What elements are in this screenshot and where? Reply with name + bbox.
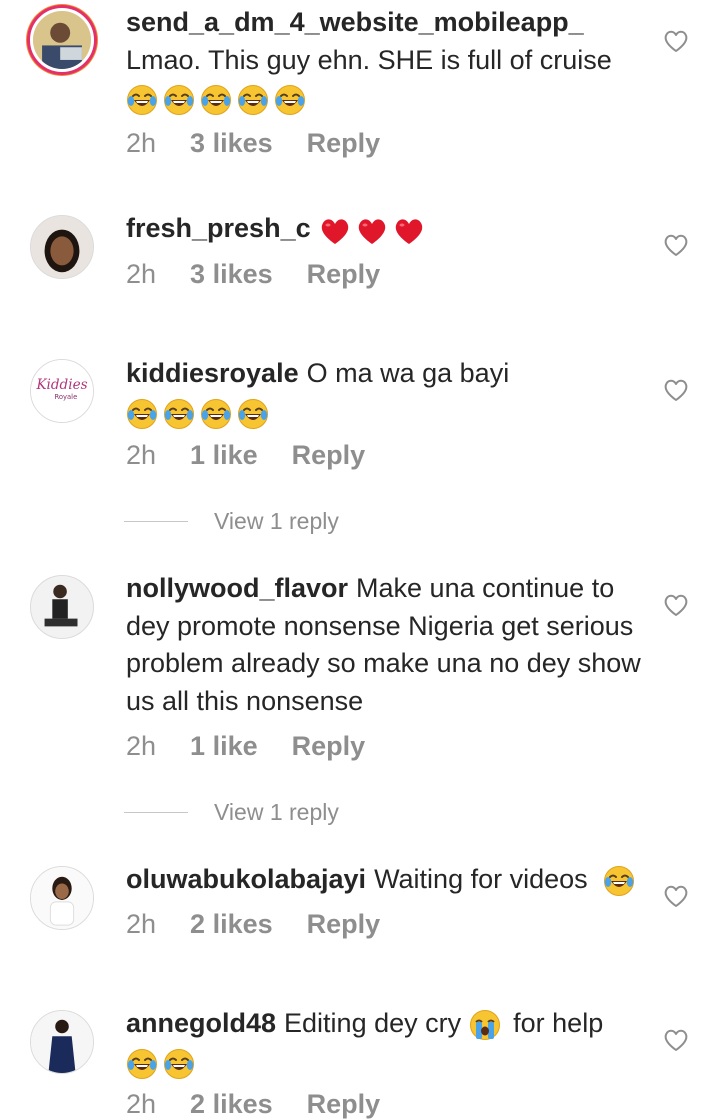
laughing-emoji-icon [200, 398, 232, 430]
comment-text: oluwabukolabajayi Waiting for videos [126, 861, 646, 899]
comment-time: 2h [126, 909, 157, 939]
reply-button[interactable]: Reply [292, 731, 366, 762]
comment-username[interactable]: fresh_presh_c [126, 213, 311, 243]
comment-meta: 2h 1 like Reply [126, 440, 365, 471]
comment-meta: 2h 2 likes Reply [126, 1089, 380, 1120]
comment-username[interactable]: kiddiesroyale [126, 358, 299, 388]
comment-username[interactable]: oluwabukolabajayi [126, 864, 366, 894]
laughing-emoji-icon [200, 84, 232, 116]
comment-username[interactable]: annegold48 [126, 1008, 276, 1038]
likes-count[interactable]: 3 likes [190, 128, 273, 159]
laughing-emoji-icon [237, 84, 269, 116]
reply-button[interactable]: Reply [307, 1089, 381, 1120]
likes-count[interactable]: 1 like [190, 440, 258, 471]
reply-button[interactable]: Reply [307, 128, 381, 159]
laughing-emoji-icon [126, 398, 158, 430]
comment-body: Lmao. This guy ehn. SHE is full of cruis… [126, 44, 612, 75]
comment-body: Waiting for videos [374, 864, 588, 894]
svg-text:Royale: Royale [55, 393, 78, 401]
comment-time: 2h [126, 440, 157, 470]
likes-count[interactable]: 2 likes [190, 909, 273, 940]
laughing-emoji-icon [126, 84, 158, 116]
emoji-row [126, 394, 274, 432]
comment-text: annegold48 Editing dey cry for help [126, 1005, 646, 1081]
like-heart-icon[interactable] [663, 233, 689, 257]
comment-body: Editing dey cry [284, 1008, 462, 1038]
comment-time: 2h [126, 128, 157, 158]
emoji-row [126, 80, 311, 118]
comment-text: kiddiesroyale O ma wa ga bayi [126, 355, 646, 431]
laughing-emoji-icon [237, 398, 269, 430]
divider-line [124, 521, 188, 522]
like-heart-icon[interactable] [663, 29, 689, 53]
like-heart-icon[interactable] [663, 593, 689, 617]
laughing-emoji-icon [163, 84, 195, 116]
red-heart-emoji-icon [319, 215, 351, 247]
divider-line [124, 812, 188, 813]
crying-emoji-icon [469, 1009, 501, 1041]
comment-username[interactable]: send_a_dm_4_website_mobileapp_ [126, 7, 584, 37]
emoji-row [319, 211, 430, 249]
view-replies-label: View 1 reply [214, 799, 339, 825]
comment-meta: 2h 3 likes Reply [126, 259, 380, 290]
like-heart-icon[interactable] [663, 1028, 689, 1052]
avatar[interactable] [30, 215, 94, 279]
view-replies-label: View 1 reply [214, 508, 339, 534]
avatar[interactable] [30, 8, 94, 72]
comment-time: 2h [126, 1089, 157, 1119]
view-replies-button[interactable]: View 1 reply [124, 799, 339, 826]
avatar[interactable] [30, 866, 94, 930]
like-heart-icon[interactable] [663, 378, 689, 402]
comment-time: 2h [126, 731, 157, 761]
comment-username[interactable]: nollywood_flavor [126, 573, 348, 603]
reply-button[interactable]: Reply [307, 909, 381, 940]
likes-count[interactable]: 1 like [190, 731, 258, 762]
red-heart-emoji-icon [393, 215, 425, 247]
laughing-emoji-icon [163, 398, 195, 430]
laughing-emoji-icon [126, 1048, 158, 1080]
comment-text: fresh_presh_c [126, 210, 646, 249]
likes-count[interactable]: 3 likes [190, 259, 273, 290]
comment-meta: 2h 1 like Reply [126, 731, 365, 762]
likes-count[interactable]: 2 likes [190, 1089, 273, 1120]
laughing-emoji-icon [603, 865, 635, 897]
red-heart-emoji-icon [356, 215, 388, 247]
svg-text:Kiddies: Kiddies [35, 377, 87, 393]
avatar[interactable] [30, 575, 94, 639]
reply-button[interactable]: Reply [292, 440, 366, 471]
reply-button[interactable]: Reply [307, 259, 381, 290]
comment-meta: 2h 2 likes Reply [126, 909, 380, 940]
comment-meta: 2h 3 likes Reply [126, 128, 380, 159]
emoji-row [126, 1044, 200, 1082]
avatar[interactable]: Kiddies Royale [30, 359, 94, 423]
view-replies-button[interactable]: View 1 reply [124, 508, 339, 535]
comment-body-continued: for help [513, 1008, 604, 1038]
comment-time: 2h [126, 259, 157, 289]
comment-text: nollywood_flavor Make una continue to dey… [126, 570, 646, 720]
comment-body: O ma wa ga bayi [306, 358, 510, 388]
avatar[interactable] [30, 1010, 94, 1074]
comment-text: send_a_dm_4_website_mobileapp_ Lmao. Thi… [126, 4, 646, 118]
like-heart-icon[interactable] [663, 884, 689, 908]
laughing-emoji-icon [163, 1048, 195, 1080]
laughing-emoji-icon [274, 84, 306, 116]
